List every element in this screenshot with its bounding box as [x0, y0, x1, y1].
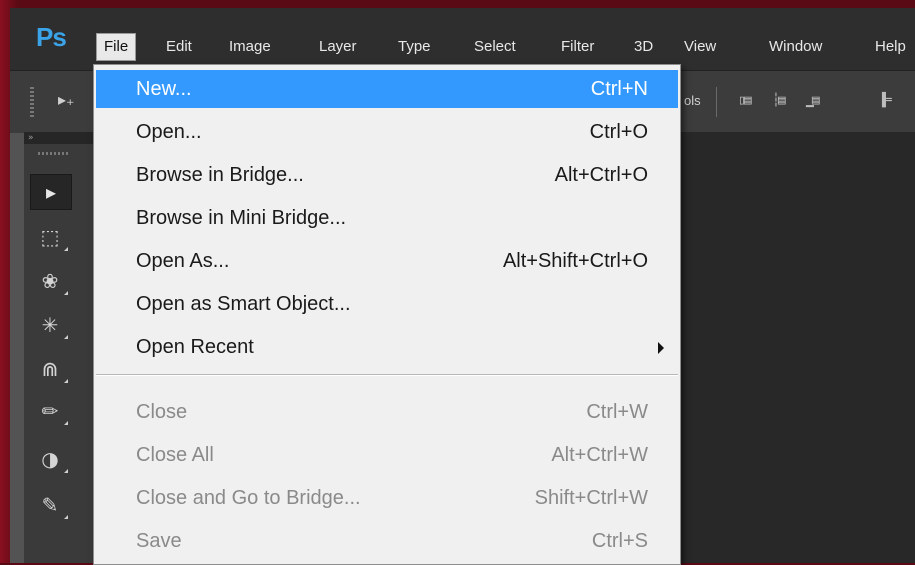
menu-item-shortcut: Shift+Ctrl+W	[534, 487, 648, 509]
menu-item-shortcut: Ctrl+O	[589, 121, 648, 143]
magic-wand-icon[interactable]: ✳	[30, 308, 70, 342]
menu-help[interactable]: Help	[868, 34, 913, 60]
tools-panel-grip[interactable]	[38, 152, 68, 155]
menu-item-label: Open Recent	[136, 336, 254, 358]
move-icon[interactable]: ▸₊	[58, 90, 74, 109]
align-bottom-icon[interactable]: ▁▤	[806, 93, 820, 108]
menu-item-close[interactable]: Close Ctrl+W	[96, 393, 678, 431]
menu-item-shortcut: Ctrl+S	[591, 530, 648, 552]
menu-item-label: Close and Go to Bridge...	[136, 487, 361, 509]
menu-item-label: Close All	[136, 444, 214, 466]
menu-item-new[interactable]: New... Ctrl+N	[96, 70, 678, 108]
brush-icon[interactable]: ✎	[30, 488, 70, 522]
menu-item-label: Save	[136, 530, 182, 552]
menu-item-label: New...	[136, 78, 192, 100]
menu-item-close-all[interactable]: Close All Alt+Ctrl+W	[96, 436, 678, 474]
options-partial-label: ols	[684, 93, 701, 108]
menu-item-close-and-go-to-bridge[interactable]: Close and Go to Bridge... Shift+Ctrl+W	[96, 479, 678, 517]
menu-item-shortcut: Alt+Ctrl+W	[551, 444, 648, 466]
menu-item-open-as[interactable]: Open As... Alt+Shift+Ctrl+O	[96, 242, 678, 280]
menu-item-label: Browse in Mini Bridge...	[136, 207, 347, 229]
menu-image[interactable]: Image	[222, 34, 278, 60]
align-top-icon[interactable]: ▯▤	[738, 93, 752, 108]
align-left-icon[interactable]: ▐═	[878, 93, 892, 108]
menu-item-open[interactable]: Open... Ctrl+O	[96, 113, 678, 151]
menu-separator	[96, 374, 678, 376]
menu-item-open-recent[interactable]: Open Recent	[96, 328, 678, 366]
menu-edit[interactable]: Edit	[159, 34, 199, 60]
menu-view[interactable]: View	[677, 34, 723, 60]
marquee-icon[interactable]: ⬚	[30, 220, 70, 254]
menu-filter[interactable]: Filter	[554, 34, 601, 60]
submenu-arrow-icon	[658, 342, 664, 354]
menu-file[interactable]: File	[96, 33, 137, 61]
menu-item-shortcut: Alt+Ctrl+O	[554, 164, 648, 186]
menu-window[interactable]: Window	[762, 34, 829, 60]
menu-item-browse-in-bridge[interactable]: Browse in Bridge... Alt+Ctrl+O	[96, 156, 678, 194]
options-separator	[716, 87, 717, 117]
bandage-icon[interactable]: ◑	[30, 442, 70, 476]
menu-item-shortcut: Ctrl+W	[586, 401, 648, 423]
menu-item-open-as-smart-object[interactable]: Open as Smart Object...	[96, 285, 678, 323]
move-icon[interactable]: ▸	[30, 174, 72, 210]
file-menu-dropdown: New... Ctrl+N Open... Ctrl+O Browse in B…	[93, 64, 681, 565]
menu-type[interactable]: Type	[391, 34, 438, 60]
photoshop-logo: Ps	[36, 22, 67, 52]
tools-panel: » ▸ ⬚ ❀ ✳ ⋒ ✏ ◑ ✎	[24, 132, 95, 563]
menu-item-label: Open as Smart Object...	[136, 293, 351, 315]
eyedropper-icon[interactable]: ✏	[30, 394, 70, 428]
crop-icon[interactable]: ⋒	[30, 352, 70, 386]
menu-item-label: Browse in Bridge...	[136, 164, 304, 186]
menu-item-shortcut: Alt+Shift+Ctrl+O	[502, 250, 648, 272]
align-center-icon[interactable]: ┆▤	[772, 93, 786, 108]
menu-item-label: Close	[136, 401, 188, 423]
options-bar-grip[interactable]	[30, 87, 34, 117]
menu-item-save[interactable]: Save Ctrl+S	[96, 522, 678, 560]
menu-select[interactable]: Select	[467, 34, 523, 60]
menu-3d[interactable]: 3D	[627, 34, 660, 60]
menu-item-browse-in-mini-bridge[interactable]: Browse in Mini Bridge...	[96, 199, 678, 237]
tools-panel-collapse[interactable]: »	[24, 132, 94, 144]
menu-bar: Ps File Edit Image Layer Type Select Fil…	[10, 8, 915, 70]
menu-layer[interactable]: Layer	[312, 34, 364, 60]
menu-item-label: Open As...	[136, 250, 230, 272]
lasso-icon[interactable]: ❀	[30, 264, 70, 298]
menu-item-label: Open...	[136, 121, 202, 143]
menu-item-shortcut: Ctrl+N	[590, 78, 648, 100]
